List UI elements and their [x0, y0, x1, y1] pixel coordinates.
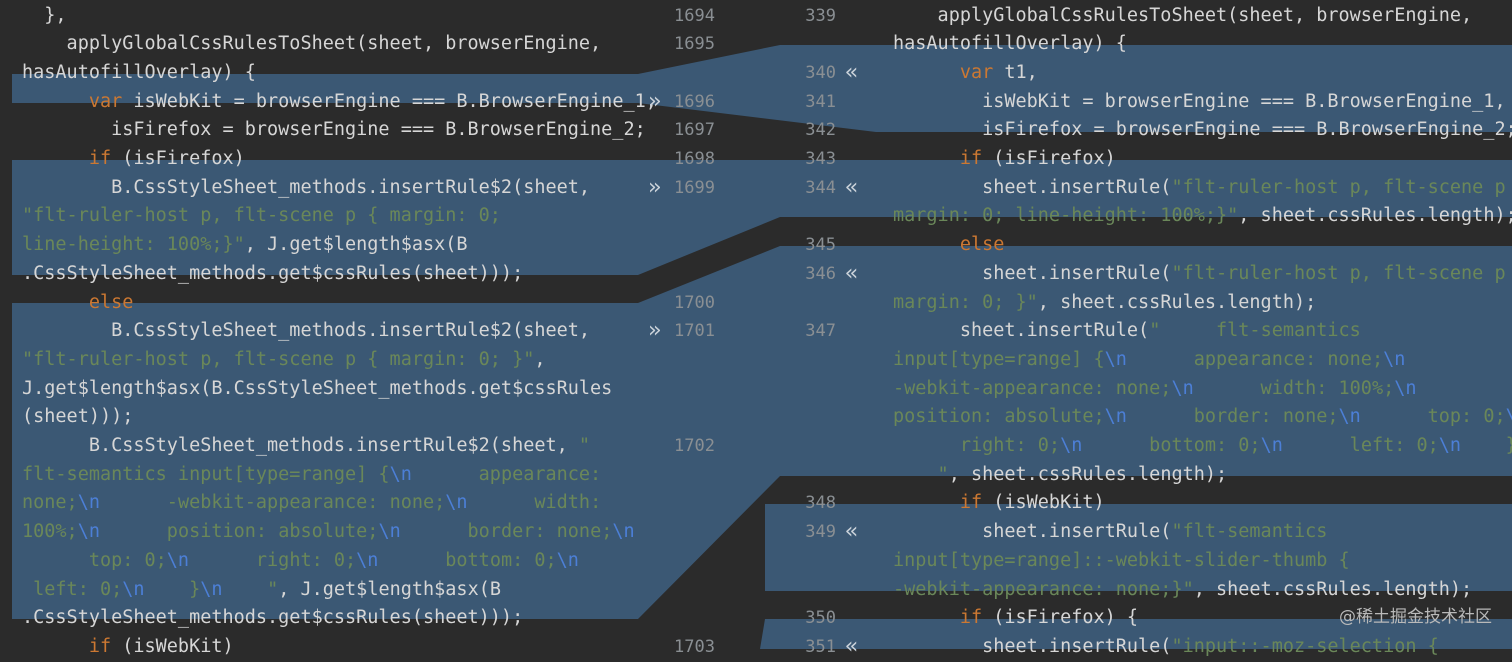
line-number: 1702	[674, 436, 715, 456]
code-line: -webkit-appearance: none;\n width: 100%;…	[893, 377, 1417, 399]
code-line: isWebKit = browserEngine === B.BrowserEn…	[893, 90, 1506, 112]
line-number: 339	[805, 5, 836, 26]
code-line: input[type=range] {\n appearance: none;\…	[893, 348, 1406, 370]
line-number: 343	[805, 149, 836, 169]
line-number: 341	[805, 91, 836, 112]
code-line: sheet.insertRule("flt-ruler-host p, flt-…	[893, 262, 1512, 284]
code-line: hasAutofillOverlay) {	[893, 33, 1127, 55]
line-number: 346	[805, 263, 836, 284]
code-line: (sheet)));	[22, 406, 134, 428]
apply-change-chevron-icon[interactable]: «	[845, 518, 858, 547]
apply-change-chevron-icon[interactable]: «	[845, 260, 858, 289]
code-line: ", sheet.cssRules.length);	[893, 463, 1228, 485]
watermark: @稀土掘金技术社区	[1339, 607, 1492, 627]
line-number: 350	[805, 608, 836, 629]
code-line: J.get$length$asx(B.CssStyleSheet_methods…	[22, 377, 613, 399]
code-line: else	[88, 291, 134, 313]
line-number: 1703	[674, 636, 715, 657]
code-line: if (isFirefox) {	[959, 607, 1139, 629]
code-line: isFirefox = browserEngine === B.BrowserE…	[22, 119, 646, 141]
line-number: 347	[805, 321, 836, 342]
code-line: sheet.insertRule(" flt-semantics	[893, 320, 1361, 342]
code-line: B.CssStyleSheet_methods.insertRule$2(she…	[22, 176, 591, 198]
code-line: sheet.insertRule("input::-moz-selection …	[893, 635, 1439, 657]
apply-change-chevron-icon[interactable]: »	[648, 88, 661, 117]
code-line: margin: 0; }", sheet.cssRules.length);	[893, 291, 1317, 313]
code-line: if (isFirefox)	[88, 148, 245, 169]
line-number: 344	[805, 177, 836, 198]
code-line: if (isWebKit)	[959, 492, 1105, 514]
code-line: .CssStyleSheet_methods.get$cssRules(shee…	[22, 607, 524, 629]
code-line: left: 0;\n }\n ", J.get$length$asx(B	[22, 578, 501, 600]
line-number: 342	[805, 120, 836, 141]
line-number: 1700	[674, 292, 715, 313]
apply-change-chevron-icon[interactable]: »	[648, 174, 661, 203]
diff-viewer: }, applyGlobalCssRulesToSheet(sheet, bro…	[0, 0, 1512, 659]
code-line: margin: 0; line-height: 100%;}", sheet.c…	[893, 205, 1512, 227]
apply-change-chevron-icon[interactable]: «	[845, 174, 858, 203]
line-number: 1696	[674, 91, 715, 112]
code-line: top: 0;\n right: 0;\n bottom: 0;\n	[22, 549, 579, 571]
code-line: else	[959, 234, 1005, 256]
code-line: "flt-ruler-host p, flt-scene p { margin:…	[22, 348, 546, 370]
line-number: 1701	[674, 321, 715, 342]
code-line: isFirefox = browserEngine === B.BrowserE…	[893, 119, 1512, 141]
line-number: 1699	[674, 177, 715, 198]
line-number: 1694	[674, 5, 715, 26]
code-line: position: absolute;\n border: none;\n to…	[893, 406, 1512, 428]
line-number: 351	[805, 636, 836, 657]
line-number: 1697	[674, 120, 715, 141]
code-line: if (isWebKit)	[88, 635, 234, 657]
code-line: sheet.insertRule("flt-ruler-host p, flt-…	[893, 176, 1512, 198]
code-line: var isWebKit = browserEngine === B.Brows…	[88, 90, 657, 112]
code-line: hasAutofillOverlay) {	[22, 61, 256, 83]
line-number: 1695	[674, 34, 715, 55]
apply-change-chevron-icon[interactable]: «	[845, 59, 858, 88]
code-line: if (isFirefox)	[959, 148, 1116, 169]
line-number: 345	[805, 235, 836, 256]
code-line: .CssStyleSheet_methods.get$cssRules(shee…	[22, 262, 524, 284]
apply-change-chevron-icon[interactable]: «	[845, 633, 858, 662]
code-line: right: 0;\n bottom: 0;\n left: 0;\n }\n	[893, 435, 1512, 456]
line-number: 349	[805, 522, 836, 543]
code-line: input[type=range]::-webkit-slider-thumb …	[893, 549, 1350, 571]
code-line: },	[22, 4, 67, 26]
code-line: none;\n -webkit-appearance: none;\n widt…	[22, 492, 602, 514]
line-number: 348	[805, 493, 836, 514]
code-line: B.CssStyleSheet_methods.insertRule$2(she…	[22, 320, 591, 342]
code-line: applyGlobalCssRulesToSheet(sheet, browse…	[22, 33, 602, 55]
code-line: line-height: 100%;}", J.get$length$asx(B	[22, 234, 468, 256]
code-line: var t1,	[959, 61, 1038, 83]
code-line: applyGlobalCssRulesToSheet(sheet, browse…	[893, 4, 1473, 26]
code-line: -webkit-appearance: none;}", sheet.cssRu…	[893, 578, 1473, 600]
line-number: 340	[805, 62, 836, 83]
code-line: B.CssStyleSheet_methods.insertRule$2(she…	[22, 435, 591, 456]
code-line: "flt-ruler-host p, flt-scene p { margin:…	[22, 205, 501, 227]
apply-change-chevron-icon[interactable]: »	[648, 317, 661, 346]
code-line: 100%;\n position: absolute;\n border: no…	[22, 521, 635, 543]
line-number: 1698	[674, 149, 715, 169]
code-line: sheet.insertRule("flt-semantics	[893, 521, 1328, 543]
code-line: flt-semantics input[type=range] {\n appe…	[22, 463, 602, 485]
